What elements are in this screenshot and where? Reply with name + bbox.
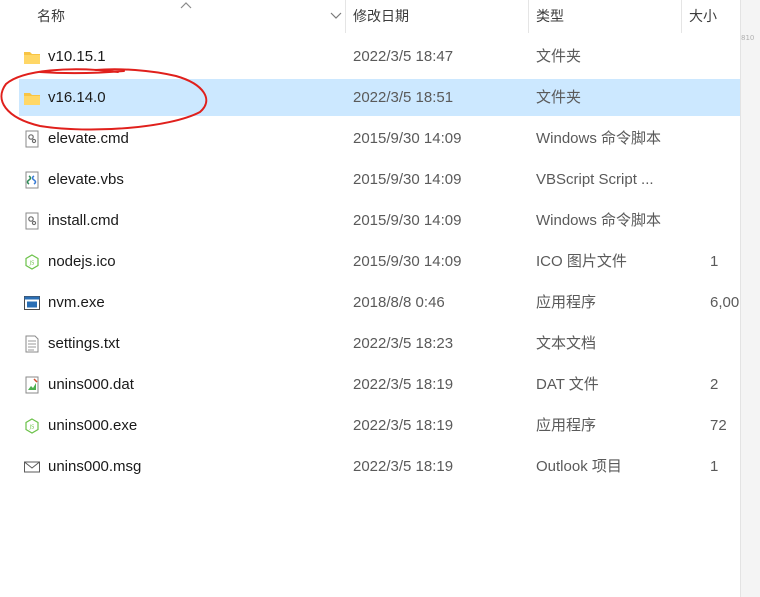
- file-type: Windows 命令脚本: [536, 130, 662, 147]
- mail-icon: [23, 458, 41, 476]
- file-date-modified: 2015/9/30 14:09: [353, 171, 462, 188]
- file-size: 72: [710, 417, 727, 434]
- exe-icon: [23, 294, 41, 312]
- file-date-modified: 2022/3/5 18:51: [353, 89, 454, 106]
- file-date-modified: 2022/3/5 18:19: [353, 376, 454, 393]
- file-date-modified: 2018/8/8 0:46: [353, 294, 445, 311]
- file-date-modified: 2015/9/30 14:09: [353, 253, 462, 270]
- file-size: 1: [710, 253, 719, 270]
- file-type: DAT 文件: [536, 376, 599, 393]
- file-type: 文件夹: [536, 48, 582, 65]
- chevron-down-icon: [330, 12, 342, 19]
- file-size: 1: [710, 458, 719, 475]
- file-row[interactable]: install.cmd 2015/9/30 14:09 Windows 命令脚本: [19, 202, 740, 239]
- column-divider[interactable]: [681, 0, 682, 33]
- file-size: 2: [710, 376, 719, 393]
- name-filter-dropdown[interactable]: [327, 0, 345, 33]
- file-row[interactable]: nvm.exe 2018/8/8 0:46 应用程序 6,00: [19, 284, 740, 321]
- file-row[interactable]: v16.14.0 2022/3/5 18:51 文件夹: [19, 79, 740, 116]
- file-name: nodejs.ico: [48, 253, 116, 270]
- file-name: unins000.msg: [48, 458, 142, 475]
- sort-ascending-icon: [180, 2, 192, 9]
- file-date-modified: 2022/3/5 18:47: [353, 48, 454, 65]
- file-date-modified: 2022/3/5 18:19: [353, 417, 454, 434]
- cmd-script-icon: [23, 212, 41, 230]
- file-type: 文件夹: [536, 89, 582, 106]
- column-name-header[interactable]: 名称: [37, 0, 65, 33]
- file-date-modified: 2022/3/5 18:19: [353, 458, 454, 475]
- nodejs-icon: JS: [23, 417, 41, 435]
- file-type: VBScript Script ...: [536, 171, 654, 188]
- file-name: unins000.exe: [48, 417, 138, 434]
- cmd-script-icon: [23, 130, 41, 148]
- file-date-modified: 2015/9/30 14:09: [353, 212, 462, 229]
- file-name: elevate.vbs: [48, 171, 124, 188]
- nodejs-icon: JS: [23, 253, 41, 271]
- file-name: settings.txt: [48, 335, 120, 352]
- column-header: 名称 修改日期 类型 大小: [0, 0, 740, 33]
- column-date-header[interactable]: 修改日期: [353, 0, 409, 33]
- column-type-header[interactable]: 类型: [536, 0, 564, 33]
- file-row[interactable]: JS nodejs.ico 2015/9/30 14:09 ICO 图片文件 1: [19, 243, 740, 280]
- vbs-script-icon: [23, 171, 41, 189]
- file-name: v10.15.1: [48, 48, 106, 65]
- side-strip-text: 810: [741, 34, 755, 42]
- file-date-modified: 2015/9/30 14:09: [353, 130, 462, 147]
- file-row[interactable]: v10.15.1 2022/3/5 18:47 文件夹: [19, 38, 740, 75]
- file-size: 6,00: [710, 294, 740, 311]
- svg-text:JS: JS: [29, 425, 35, 431]
- file-type: Outlook 项目: [536, 458, 622, 475]
- file-type: Windows 命令脚本: [536, 212, 662, 229]
- file-row[interactable]: elevate.cmd 2015/9/30 14:09 Windows 命令脚本: [19, 120, 740, 157]
- svg-text:JS: JS: [29, 261, 35, 267]
- file-name: v16.14.0: [48, 89, 106, 106]
- folder-icon: [23, 89, 41, 107]
- adjacent-window-edge: 810: [740, 0, 760, 597]
- text-file-icon: [23, 335, 41, 353]
- file-type: 应用程序: [536, 417, 597, 434]
- file-date-modified: 2022/3/5 18:23: [353, 335, 454, 352]
- file-row[interactable]: settings.txt 2022/3/5 18:23 文本文档: [19, 325, 740, 362]
- file-row[interactable]: unins000.msg 2022/3/5 18:19 Outlook 项目 1: [19, 448, 740, 485]
- file-type: ICO 图片文件: [536, 253, 627, 270]
- file-name: unins000.dat: [48, 376, 134, 393]
- file-type: 文本文档: [536, 335, 597, 352]
- column-divider[interactable]: [345, 0, 346, 33]
- file-name: nvm.exe: [48, 294, 105, 311]
- file-name: elevate.cmd: [48, 130, 129, 147]
- column-divider[interactable]: [528, 0, 529, 33]
- file-explorer: 名称 修改日期 类型 大小 v10.15.1 2022/3/5 18:47 文件夹 v…: [0, 0, 740, 597]
- folder-icon: [23, 48, 41, 66]
- file-row[interactable]: JS unins000.exe 2022/3/5 18:19 应用程序 72: [19, 407, 740, 444]
- file-row[interactable]: elevate.vbs 2015/9/30 14:09 VBScript Scrip…: [19, 161, 740, 198]
- file-name: install.cmd: [48, 212, 119, 229]
- dat-file-icon: [23, 376, 41, 394]
- file-row[interactable]: unins000.dat 2022/3/5 18:19 DAT 文件 2: [19, 366, 740, 403]
- column-size-header[interactable]: 大小: [689, 0, 717, 33]
- file-type: 应用程序: [536, 294, 597, 311]
